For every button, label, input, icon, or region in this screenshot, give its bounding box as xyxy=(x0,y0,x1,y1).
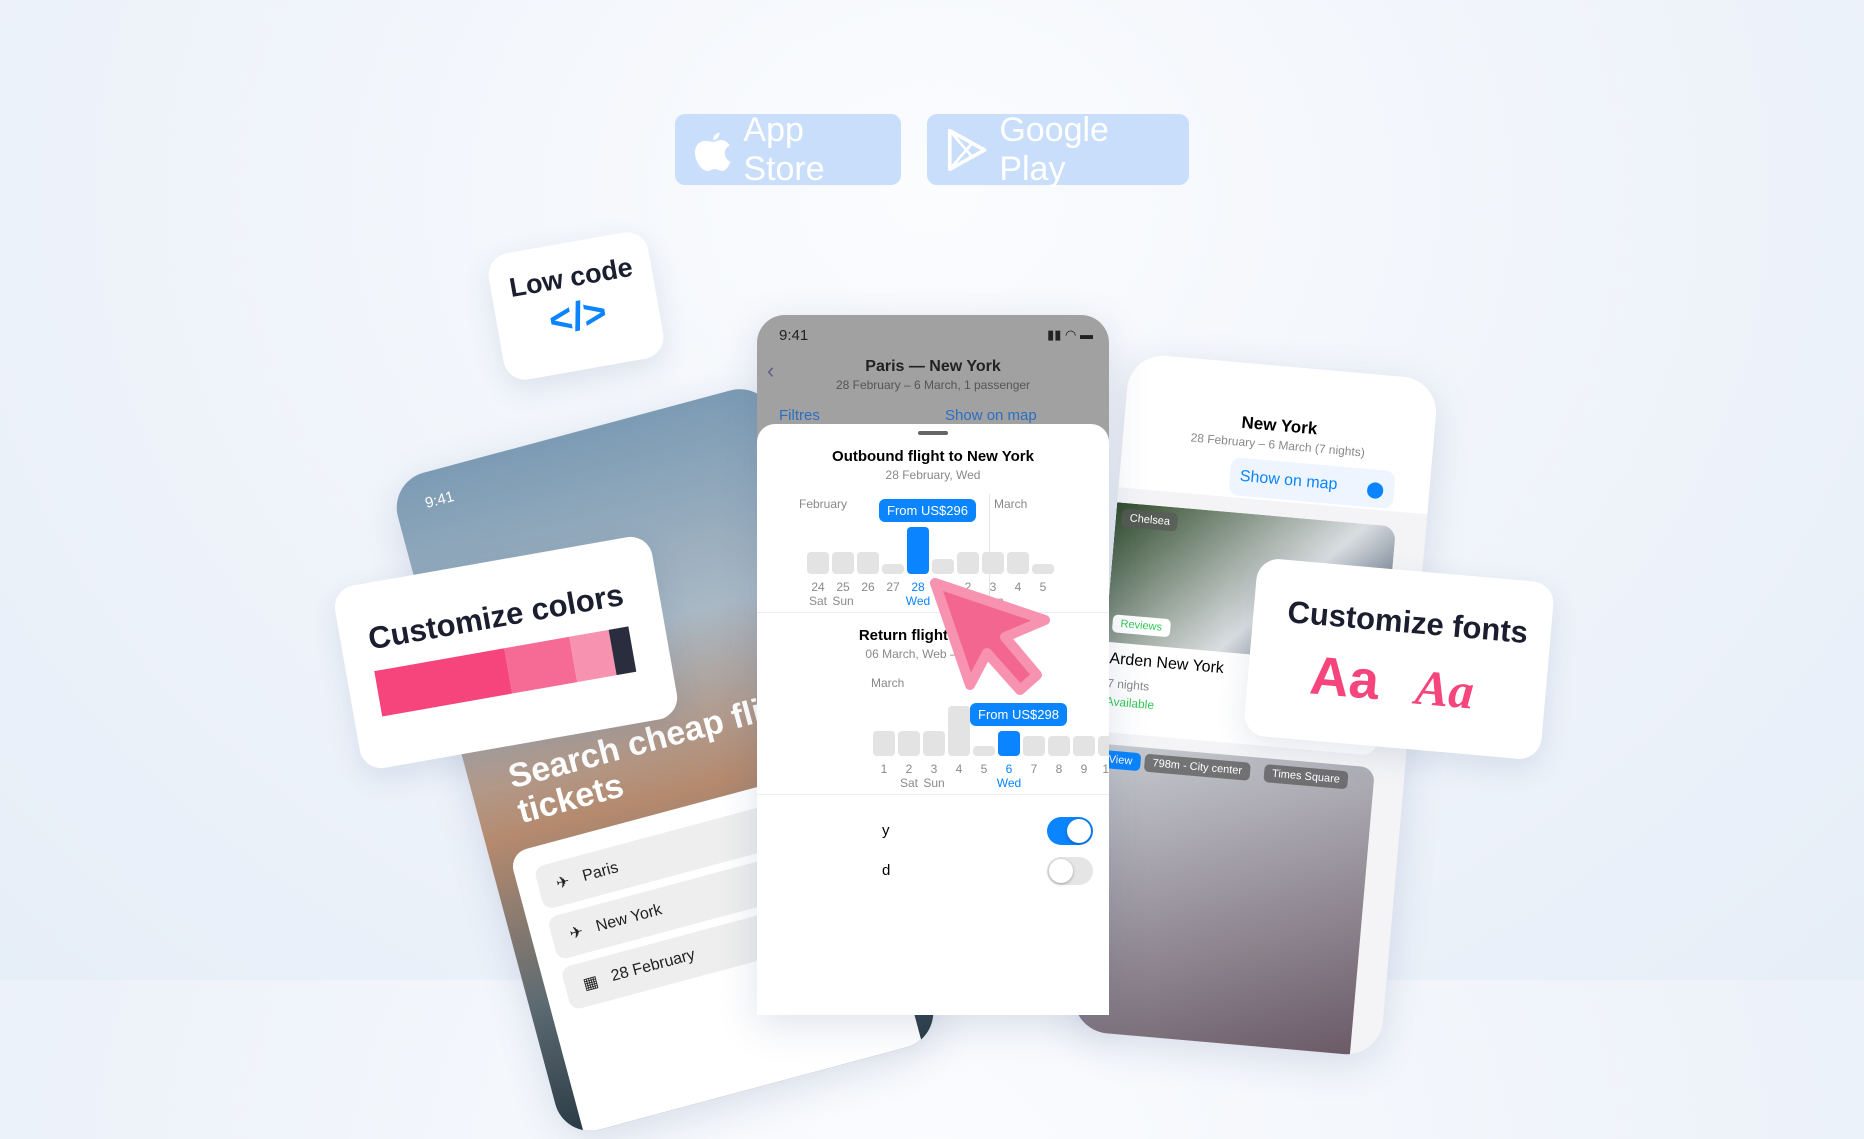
calendar-icon: ▦ xyxy=(581,973,601,994)
day-label: 6 xyxy=(1005,762,1013,776)
tag: Times Square xyxy=(1263,764,1349,790)
day-bar[interactable] xyxy=(807,551,829,574)
google-play-label: Google Play xyxy=(999,110,1109,188)
weekday-label: Wed xyxy=(996,776,1022,790)
day-bar[interactable] xyxy=(907,526,929,574)
day-label: 1 xyxy=(880,762,888,776)
date-sheet: Outbound flight to New York 28 February,… xyxy=(757,424,1109,1015)
day-label: 5 xyxy=(980,762,988,776)
day-label: 8 xyxy=(1055,762,1063,776)
day-bar[interactable] xyxy=(923,731,945,756)
toggle-label: y xyxy=(882,822,890,839)
day-label: 27 xyxy=(886,580,900,594)
day-bar[interactable] xyxy=(1032,564,1054,574)
day-label: 26 xyxy=(861,580,875,594)
toggle-label: d xyxy=(882,862,891,879)
label: Show on map xyxy=(1239,467,1339,494)
show-on-map-button[interactable]: Show on map xyxy=(945,407,1037,424)
day-bar[interactable] xyxy=(982,551,1004,574)
takeoff-icon: ✈ xyxy=(554,873,572,894)
day-bar[interactable] xyxy=(998,731,1020,756)
route-subtitle: 28 February – 6 March, 1 passenger xyxy=(835,378,1031,392)
customize-fonts-card: Customize fonts Aa Aa xyxy=(1242,557,1556,761)
location-pin-icon: ⬤ xyxy=(1365,480,1385,500)
price-tooltip: From US$296 xyxy=(879,498,976,522)
palette-swatch xyxy=(374,648,513,717)
app-store-label: App Store xyxy=(743,110,825,188)
filters-button[interactable]: Filtres xyxy=(779,407,820,424)
status-time: 9:41 xyxy=(779,327,809,344)
app-store-button[interactable]: App Store xyxy=(675,111,901,188)
from-value: Paris xyxy=(580,859,621,885)
font-sample-sans: Aa xyxy=(1307,645,1382,712)
day-bar[interactable] xyxy=(857,551,879,574)
weekday-label: Sat xyxy=(899,776,918,790)
day-bar[interactable] xyxy=(957,551,979,574)
card-title: Customize fonts xyxy=(1286,594,1530,651)
weekday-label: Sun xyxy=(832,594,854,608)
day-label: 10 xyxy=(1102,762,1109,776)
tag: 798m - City center xyxy=(1143,753,1251,781)
day-bar[interactable] xyxy=(1007,551,1029,574)
day-bar[interactable] xyxy=(1073,736,1095,756)
day-label: 3 xyxy=(930,762,938,776)
day-bar[interactable] xyxy=(832,551,854,574)
day-label: 4 xyxy=(955,762,963,776)
font-sample-serif: Aa xyxy=(1413,658,1477,720)
day-bar[interactable] xyxy=(1048,736,1070,756)
day-bar[interactable] xyxy=(1098,736,1109,756)
weekday-label: Sun xyxy=(923,776,945,790)
google-play-button[interactable]: Google Play xyxy=(927,111,1189,188)
low-code-card: Low code </> xyxy=(485,228,667,384)
route-title: Paris — New York xyxy=(865,358,1001,375)
day-label: 7 xyxy=(1030,762,1038,776)
status-icons: ▮▮ ◠ ▬ xyxy=(1047,327,1093,342)
palette-swatch xyxy=(504,636,578,694)
toggle-off[interactable] xyxy=(1047,857,1093,885)
day-bar[interactable] xyxy=(948,706,970,756)
google-play-icon xyxy=(947,128,987,171)
to-value: New York xyxy=(594,901,664,936)
day-bar[interactable] xyxy=(873,731,895,756)
toggle-on[interactable] xyxy=(1047,817,1093,845)
outbound-title: Outbound flight to New York xyxy=(832,448,1034,465)
day-bar[interactable] xyxy=(882,564,904,574)
hotel-card-2[interactable]: View 798m - City center Times Square xyxy=(1070,743,1375,1057)
price-tooltip: From US$298 xyxy=(970,703,1067,726)
return-chart: 1 2Sat 3Sun 4 5 6Wed From US$298 7 8 9 10 xyxy=(873,686,1109,796)
day-bar[interactable] xyxy=(1023,736,1045,756)
apple-icon xyxy=(695,132,731,171)
day-bar[interactable] xyxy=(973,746,995,756)
day-bar[interactable] xyxy=(932,559,954,574)
landing-icon: ✈ xyxy=(567,923,586,944)
day-label: 24 xyxy=(811,580,825,594)
status-time: 9:41 xyxy=(423,487,456,512)
day-label: 25 xyxy=(836,580,850,594)
cursor-arrow-icon xyxy=(930,578,1050,695)
sheet-handle[interactable] xyxy=(918,431,948,435)
day-label: 9 xyxy=(1080,762,1088,776)
outbound-date: 28 February, Wed xyxy=(885,468,981,482)
day-label: 2 xyxy=(905,762,913,776)
weekday-label: Sat xyxy=(808,594,827,608)
day-bar[interactable] xyxy=(898,731,920,756)
